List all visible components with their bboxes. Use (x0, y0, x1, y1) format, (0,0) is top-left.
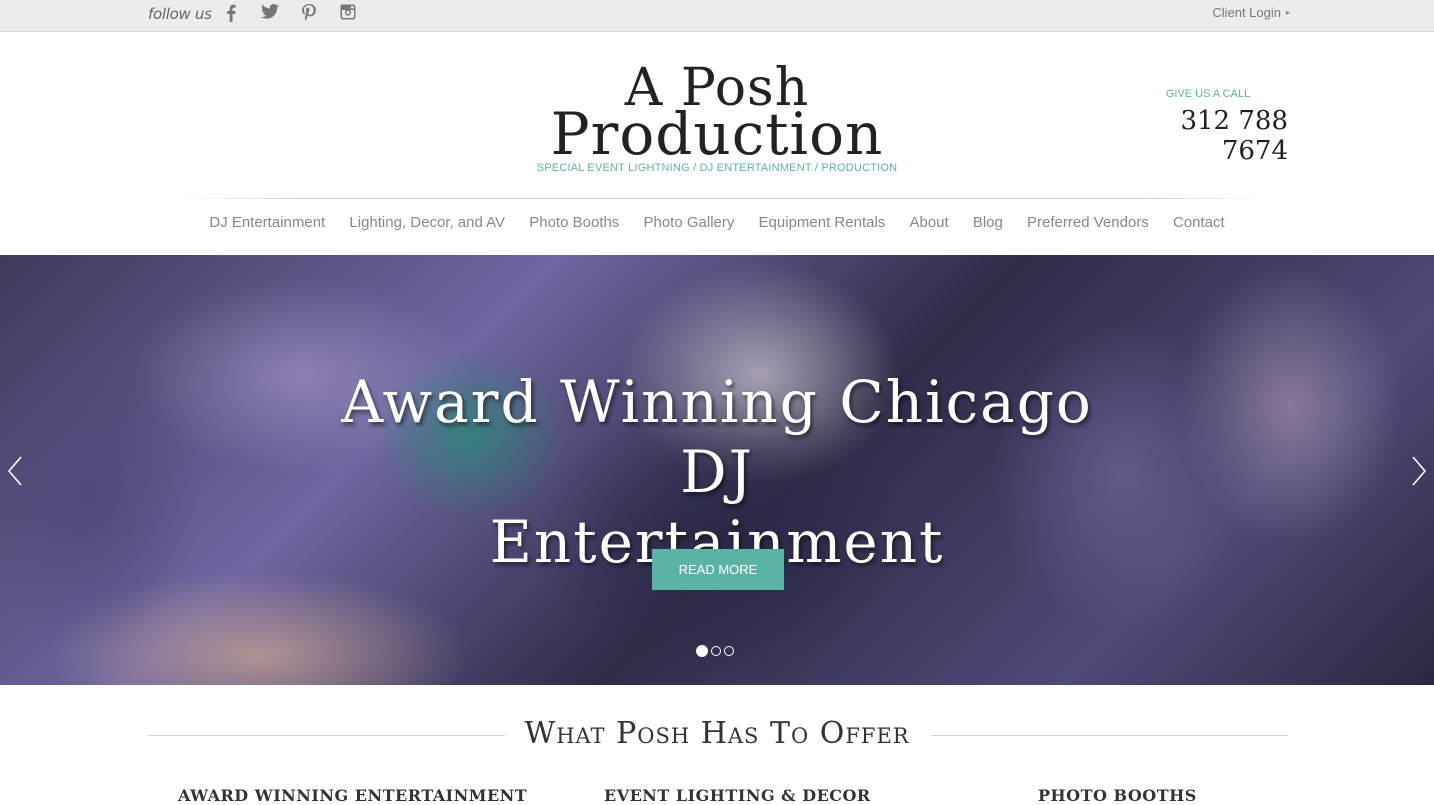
slider-dot-2[interactable] (711, 646, 721, 656)
nav-item-contact[interactable]: Contact (1173, 214, 1225, 231)
triangle-right-icon: ▸ (1285, 8, 1290, 17)
call-label: GIVE US A CALL (1165, 88, 1251, 100)
section-title: What Posh Has To Offer (524, 716, 910, 751)
top-bar: follow us Client Login ▸ (0, 0, 1434, 32)
nav-divider (178, 198, 1268, 199)
offer-heading-lighting[interactable]: EVENT LIGHTING & DECOR (604, 786, 871, 805)
pinterest-icon[interactable] (298, 4, 320, 24)
client-login-link[interactable]: Client Login ▸ (1212, 5, 1290, 20)
read-more-button[interactable]: READ MORE (652, 549, 784, 590)
nav-item-about[interactable]: About (909, 214, 948, 231)
main-nav: DJ Entertainment Lighting, Decor, and AV… (0, 214, 1434, 231)
chevron-right-icon[interactable] (1408, 455, 1428, 487)
follow-us-label: follow us (148, 5, 212, 23)
client-login-label: Client Login (1212, 5, 1281, 20)
slider-dot-1[interactable] (696, 645, 708, 657)
nav-item-dj-entertainment[interactable]: DJ Entertainment (209, 214, 325, 231)
offer-heading-photo-booths[interactable]: PHOTO BOOTHS (1038, 786, 1197, 805)
nav-item-equipment-rentals[interactable]: Equipment Rentals (759, 214, 886, 231)
hero-title: Award Winning Chicago DJ Entertainment (341, 368, 1093, 576)
facebook-icon[interactable] (220, 4, 242, 24)
nav-item-photo-gallery[interactable]: Photo Gallery (643, 214, 734, 231)
twitter-icon[interactable] (259, 4, 281, 24)
slider-dot-3[interactable] (724, 646, 734, 656)
chevron-left-icon[interactable] (6, 455, 26, 487)
hero-slider: Award Winning Chicago DJ Entertainment RE… (0, 255, 1434, 685)
slider-pagination (696, 645, 737, 658)
offer-heading-entertainment[interactable]: AWARD WINNING ENTERTAINMENT (178, 786, 527, 805)
phone-number[interactable]: 312 788 7674 (1108, 106, 1288, 166)
nav-item-photo-booths[interactable]: Photo Booths (529, 214, 619, 231)
nav-item-preferred-vendors[interactable]: Preferred Vendors (1027, 214, 1149, 231)
nav-item-blog[interactable]: Blog (973, 214, 1003, 231)
instagram-icon[interactable] (337, 4, 359, 24)
nav-item-lighting-decor-av[interactable]: Lighting, Decor, and AV (349, 214, 505, 231)
